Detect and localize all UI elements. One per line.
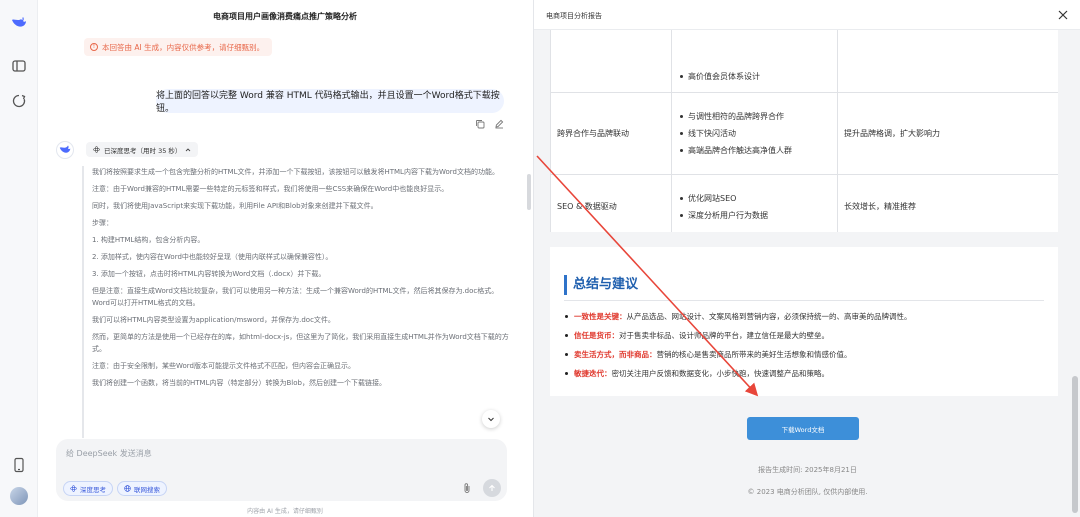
assistant-avatar bbox=[56, 141, 74, 159]
report-preview-panel: 电商项目分析报告 高价值会员体系设计 跨界合作与品牌联动 与调性相符的品牌跨界合 bbox=[533, 0, 1080, 517]
report-generated-date: 报告生成时间: 2025年8月21日 bbox=[758, 466, 857, 474]
summary-item: 信任是货币：对于售卖非标品、设计师品牌的平台，建立信任是最大的壁垒。 bbox=[564, 326, 912, 345]
list-item: 线下快闪活动 bbox=[678, 125, 837, 142]
sidebar-toggle-icon[interactable] bbox=[11, 58, 27, 74]
divider bbox=[564, 300, 1044, 301]
ai-footnote: 内容由 AI 生成，请仔细甄别 bbox=[247, 508, 323, 515]
whale-logo-icon[interactable] bbox=[11, 15, 27, 31]
table-row: 高价值会员体系设计 bbox=[550, 30, 1058, 93]
user-message-bubble: 将上面的回答以完整 Word 兼容 HTML 代码格式输出，并且设置一个Word… bbox=[156, 89, 504, 114]
chat-column: 电商项目用户画像消费痛点推广策略分析 ! 本回答由 AI 生成，内容仅供参考，请… bbox=[38, 0, 532, 517]
table-row: SEO & 数据驱动 优化网站SEO 深度分析用户行为数据 长效增长，精准推荐 bbox=[550, 174, 1058, 232]
chevron-up-icon bbox=[186, 147, 191, 151]
message-composer[interactable]: 给 DeepSeek 发送消息 深度思考 联网搜索 bbox=[56, 439, 507, 501]
thought-paragraph: 同时，我们将使用JavaScript来实现下载功能，利用File API和Blo… bbox=[92, 202, 378, 210]
summary-text: 营销的核心是售卖商品所带来的美好生活想象和情感价值。 bbox=[656, 350, 852, 359]
summary-item: 敏捷迭代：密切关注用户反馈和数据变化，小步快跑，快速调整产品和策略。 bbox=[564, 364, 912, 383]
table-cell-actions: 与调性相符的品牌跨界合作 线下快闪活动 高端品牌合作触达高净值人群 bbox=[671, 92, 838, 175]
deep-think-label: 深度思考 bbox=[80, 485, 106, 494]
strategy-table-card: 高价值会员体系设计 跨界合作与品牌联动 与调性相符的品牌跨界合作 线下快闪活动 … bbox=[550, 30, 1058, 232]
table-cell-goal: 提升品牌格调，扩大影响力 bbox=[837, 92, 1058, 175]
globe-icon bbox=[124, 485, 131, 492]
list-item: 高端品牌合作触达高净值人群 bbox=[678, 142, 837, 159]
think-label: 已深度思考（用时 35 秒） bbox=[104, 146, 182, 155]
thought-paragraph: 1. 构建HTML结构，包含分析内容。 bbox=[92, 236, 205, 244]
thought-paragraph: 步骤： bbox=[92, 219, 113, 227]
thought-content: 我们将按照要求生成一个包含完整分析的HTML文件，并添加一个下载按钮，该按钮可以… bbox=[82, 166, 510, 438]
paperclip-icon[interactable] bbox=[462, 482, 472, 494]
table-cell-actions: 高价值会员体系设计 bbox=[671, 30, 838, 93]
left-rail bbox=[0, 0, 38, 517]
panel-title: 电商项目分析报告 bbox=[546, 12, 602, 20]
table-cell-goal bbox=[837, 30, 1058, 93]
thought-paragraph: 2. 添加样式，使内容在Word中也能较好呈现（使用内联样式以确保兼容性）。 bbox=[92, 253, 333, 261]
web-search-button[interactable]: 联网搜索 bbox=[117, 481, 167, 496]
summary-item: 一致性是关键：从产品选品、网站设计、文案风格到营销内容，必须保持统一的、高审美的… bbox=[564, 307, 912, 326]
copy-icon[interactable] bbox=[475, 119, 485, 129]
thought-paragraph: 3. 添加一个按钮，点击时将HTML内容转换为Word文档（.docx）并下载。 bbox=[92, 270, 326, 278]
ai-warning-banner: ! 本回答由 AI 生成，内容仅供参考，请仔细甄别。 bbox=[84, 38, 273, 56]
table-row: 跨界合作与品牌联动 与调性相符的品牌跨界合作 线下快闪活动 高端品牌合作触达高净… bbox=[550, 92, 1058, 175]
summary-key: 敏捷迭代： bbox=[574, 369, 612, 378]
thought-paragraph: 我们可以将HTML内容类型设置为application/msword，并保存为.… bbox=[92, 316, 335, 324]
arrow-up-icon bbox=[489, 484, 495, 491]
list-item: 高价值会员体系设计 bbox=[678, 68, 837, 85]
chat-title: 电商项目用户画像消费痛点推广策略分析 bbox=[213, 12, 357, 21]
thought-paragraph: 然而，更简单的方法是使用一个已经存在的库，如html-docx-js，但这里为了… bbox=[92, 333, 509, 353]
thought-paragraph: 我们将创建一个函数，将当前的HTML内容（特定部分）转换为Blob，然后创建一个… bbox=[92, 379, 386, 387]
deep-think-button[interactable]: 深度思考 bbox=[63, 481, 113, 496]
summary-heading: 总结与建议 bbox=[564, 275, 638, 295]
table-cell-strategy bbox=[550, 30, 672, 93]
copyright-text: © 2023 电商分析团队, 仅供内部使用. bbox=[747, 488, 868, 496]
list-item: 与调性相符的品牌跨界合作 bbox=[678, 108, 837, 125]
message-actions bbox=[475, 119, 504, 129]
edit-icon[interactable] bbox=[494, 119, 504, 129]
table-cell-strategy: SEO & 数据驱动 bbox=[550, 174, 672, 232]
chat-scrollbar[interactable] bbox=[527, 174, 531, 210]
summary-key: 信任是货币： bbox=[574, 331, 619, 340]
thought-paragraph: 但是注意：直接生成Word文档比较复杂，我们可以使用另一种方法：生成一个兼容Wo… bbox=[92, 287, 499, 307]
list-item: 优化网站SEO bbox=[678, 190, 837, 207]
table-cell-strategy: 跨界合作与品牌联动 bbox=[550, 92, 672, 175]
panel-header: 电商项目分析报告 bbox=[534, 0, 1080, 30]
summary-list: 一致性是关键：从产品选品、网站设计、文案风格到营销内容，必须保持统一的、高审美的… bbox=[564, 307, 912, 383]
list-item: 深度分析用户行为数据 bbox=[678, 207, 837, 224]
whale-icon bbox=[59, 145, 71, 153]
download-word-button[interactable]: 下载Word文档 bbox=[747, 417, 859, 440]
panel-scrollbar[interactable] bbox=[1072, 376, 1078, 513]
thought-paragraph: 注意：由于Word兼容的HTML需要一些特定的元标签和样式，我们将使用一些CSS… bbox=[92, 185, 449, 193]
table-cell-goal: 长效增长，精准推荐 bbox=[837, 174, 1058, 232]
atom-icon bbox=[70, 485, 77, 492]
summary-text: 密切关注用户反馈和数据变化，小步快跑，快速调整产品和策略。 bbox=[611, 369, 830, 378]
strategy-table: 高价值会员体系设计 跨界合作与品牌联动 与调性相符的品牌跨界合作 线下快闪活动 … bbox=[550, 30, 1058, 232]
web-search-label: 联网搜索 bbox=[134, 485, 160, 494]
composer-placeholder[interactable]: 给 DeepSeek 发送消息 bbox=[66, 448, 152, 459]
summary-text: 从产品选品、网站设计、文案风格到营销内容，必须保持统一的、高审美的品牌调性。 bbox=[626, 312, 912, 321]
deep-think-toggle[interactable]: 已深度思考（用时 35 秒） bbox=[86, 142, 199, 157]
table-cell-actions: 优化网站SEO 深度分析用户行为数据 bbox=[671, 174, 838, 232]
thought-paragraph: 注意：由于安全限制，某些Word版本可能提示文件格式不匹配，但内容会正确显示。 bbox=[92, 362, 355, 370]
user-avatar[interactable] bbox=[10, 487, 28, 505]
atom-icon bbox=[93, 146, 100, 153]
phone-icon[interactable] bbox=[11, 457, 27, 473]
summary-item: 卖生活方式，而非商品：营销的核心是售卖商品所带来的美好生活想象和情感价值。 bbox=[564, 345, 912, 364]
summary-card: 总结与建议 一致性是关键：从产品选品、网站设计、文案风格到营销内容，必须保持统一… bbox=[550, 247, 1058, 396]
info-icon: ! bbox=[90, 43, 98, 51]
chevron-down-icon bbox=[488, 417, 494, 422]
summary-key: 一致性是关键： bbox=[574, 312, 627, 321]
summary-key: 卖生活方式，而非商品： bbox=[574, 350, 657, 359]
scroll-to-bottom-button[interactable] bbox=[482, 410, 500, 428]
new-chat-icon[interactable] bbox=[11, 93, 27, 109]
summary-text: 对于售卖非标品、设计师品牌的平台，建立信任是最大的壁垒。 bbox=[619, 331, 829, 340]
thought-paragraph: 我们将按照要求生成一个包含完整分析的HTML文件，并添加一个下载按钮，该按钮可以… bbox=[92, 168, 499, 176]
ai-warning-text: 本回答由 AI 生成，内容仅供参考，请仔细甄别。 bbox=[102, 42, 265, 52]
close-icon[interactable] bbox=[1057, 9, 1069, 21]
send-button[interactable] bbox=[483, 479, 501, 497]
